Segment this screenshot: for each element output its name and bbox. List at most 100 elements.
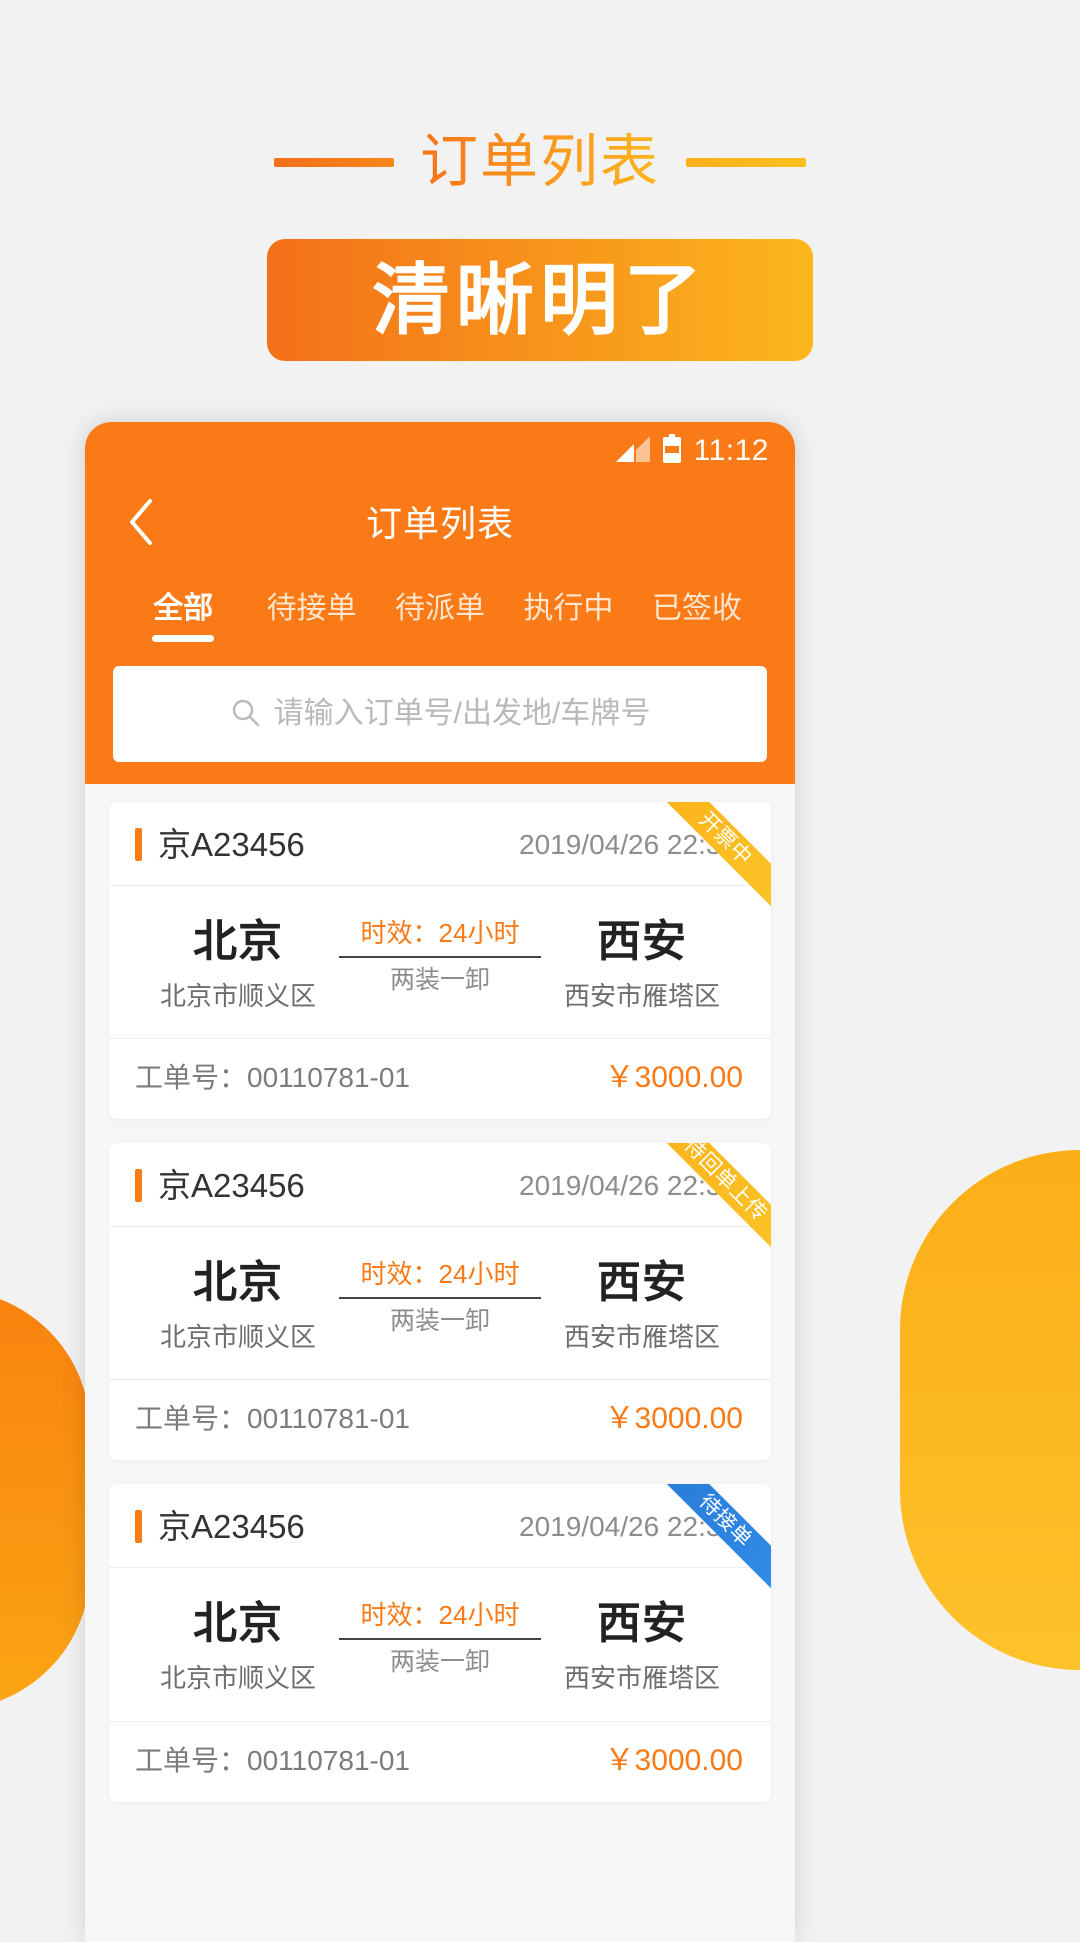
status-bar-time: 11:12: [693, 434, 769, 467]
tab-signed[interactable]: 已签收: [633, 594, 761, 642]
work-order-value: 00110781-01: [247, 1403, 410, 1435]
tab-bar: 全部 待接单 待派单 执行中 已签收: [85, 568, 795, 642]
order-list: 开票中 京A23456 2019/04/26 22:30 北京 北京市顺义区 时…: [85, 784, 795, 1802]
plate-wrap: 京A23456: [135, 828, 305, 861]
destination-city: 西安: [597, 917, 687, 966]
route-destination: 西安 西安市雁塔区: [547, 1596, 737, 1694]
order-route: 北京 北京市顺义区 时效：24小时 两装一卸 西安 西安市雁塔区: [109, 1227, 771, 1379]
promo-badge: 清晰明了: [267, 239, 813, 361]
destination-address: 西安市雁塔区: [563, 1663, 720, 1694]
promo-badge-label: 清晰明了: [371, 256, 708, 344]
route-eta: 时效：24小时: [360, 1600, 520, 1631]
decorative-blob-right: [900, 1150, 1080, 1670]
route-note: 两装一卸: [389, 966, 490, 994]
origin-city: 北京: [193, 917, 283, 966]
origin-address: 北京市顺义区: [159, 1322, 316, 1353]
tab-all[interactable]: 全部: [119, 594, 247, 642]
order-card[interactable]: 待接单 京A23456 2019/04/26 22:30 北京 北京市顺义区 时…: [109, 1484, 771, 1802]
tab-active-underline: [152, 635, 215, 642]
route-note: 两装一卸: [389, 1307, 490, 1336]
signal-bars-icon: [615, 435, 650, 467]
promo-header: 订单列表 清晰明了: [0, 0, 1080, 361]
route-middle: 时效：24小时 两装一卸: [333, 1255, 547, 1334]
promo-rule-right-icon: [686, 157, 806, 167]
order-amount: ￥3000.00: [604, 1402, 743, 1436]
order-card-footer: 工单号：00110781-01 ￥3000.00: [109, 1038, 771, 1119]
app-header: 11:12 订单列表 全部 待接单 待派单 执行中 已签收 请输入订单号/出发地…: [85, 422, 795, 784]
work-order-value: 00110781-01: [247, 1744, 410, 1776]
plate-number: 京A23456: [158, 826, 305, 863]
chevron-left-icon: [126, 497, 156, 552]
destination-city: 西安: [597, 1599, 687, 1649]
back-button[interactable]: [115, 498, 167, 550]
tab-label: 已签收: [651, 592, 742, 625]
route-eta: 时效：24小时: [360, 1259, 520, 1290]
order-card[interactable]: 待回单上传 京A23456 2019/04/26 22:30 北京 北京市顺义区…: [109, 1143, 771, 1461]
destination-address: 西安市雁塔区: [563, 981, 720, 1011]
order-card-footer: 工单号：00110781-01 ￥3000.00: [109, 1720, 771, 1802]
route-origin: 北京 北京市顺义区: [143, 1255, 333, 1353]
order-amount: ￥3000.00: [604, 1743, 743, 1777]
order-card[interactable]: 开票中 京A23456 2019/04/26 22:30 北京 北京市顺义区 时…: [109, 802, 771, 1120]
route-middle: 时效：24小时 两装一卸: [333, 914, 547, 993]
route-destination: 西安 西安市雁塔区: [547, 1255, 737, 1353]
origin-address: 北京市顺义区: [159, 1663, 316, 1694]
work-order-label: 工单号：: [135, 1062, 248, 1094]
promo-title: 订单列表: [419, 129, 660, 194]
plate-accent-bar-icon: [135, 1510, 142, 1544]
origin-address: 北京市顺义区: [159, 981, 316, 1011]
work-order-number: 工单号：00110781-01: [135, 1744, 410, 1776]
search-bar-container: 请输入订单号/出发地/车牌号: [85, 642, 795, 784]
order-amount: ￥3000.00: [604, 1061, 743, 1095]
tab-label: 待派单: [395, 592, 486, 625]
route-eta: 时效：24小时: [360, 918, 520, 948]
order-card-header: 京A23456 2019/04/26 22:30: [109, 1484, 771, 1569]
phone-mockup: 11:12 订单列表 全部 待接单 待派单 执行中 已签收 请输入订单号/出发地…: [85, 422, 795, 1942]
tab-pending-dispatch[interactable]: 待派单: [376, 594, 504, 642]
order-card-header: 京A23456 2019/04/26 22:30: [109, 802, 771, 886]
work-order-number: 工单号：00110781-01: [135, 1064, 410, 1092]
promo-rule-left-icon: [273, 157, 394, 167]
promo-title-row: 订单列表: [0, 133, 1080, 191]
route-line-icon: [339, 1297, 541, 1300]
work-order-number: 工单号：00110781-01: [135, 1405, 410, 1433]
plate-accent-bar-icon: [135, 828, 142, 861]
order-route: 北京 北京市顺义区 时效：24小时 两装一卸 西安 西安市雁塔区: [109, 1568, 771, 1720]
plate-wrap: 京A23456: [135, 1508, 305, 1546]
order-time: 2019/04/26 22:30: [519, 828, 737, 860]
tab-in-progress[interactable]: 执行中: [504, 594, 632, 642]
search-placeholder: 请输入订单号/出发地/车牌号: [273, 697, 651, 730]
search-input[interactable]: 请输入订单号/出发地/车牌号: [113, 666, 767, 762]
origin-city: 北京: [193, 1599, 283, 1649]
status-bar: 11:12: [85, 422, 795, 480]
route-origin: 北京 北京市顺义区: [143, 1596, 333, 1694]
destination-city: 西安: [597, 1258, 687, 1308]
order-route: 北京 北京市顺义区 时效：24小时 两装一卸 西安 西安市雁塔区: [109, 886, 771, 1038]
tab-label: 全部: [153, 592, 214, 625]
destination-address: 西安市雁塔区: [563, 1322, 720, 1353]
order-card-header: 京A23456 2019/04/26 22:30: [109, 1143, 771, 1228]
work-order-label: 工单号：: [135, 1403, 248, 1435]
route-destination: 西安 西安市雁塔区: [547, 914, 737, 1012]
search-icon: [230, 697, 260, 732]
route-origin: 北京 北京市顺义区: [143, 914, 333, 1012]
work-order-label: 工单号：: [135, 1744, 248, 1776]
route-line-icon: [339, 956, 541, 958]
order-time: 2019/04/26 22:30: [519, 1510, 737, 1542]
order-time: 2019/04/26 22:30: [519, 1169, 737, 1201]
plate-number: 京A23456: [158, 1167, 305, 1205]
order-card-footer: 工单号：00110781-01 ￥3000.00: [109, 1379, 771, 1460]
origin-city: 北京: [193, 1258, 283, 1308]
tab-pending-accept[interactable]: 待接单: [247, 594, 375, 642]
nav-bar: 订单列表: [85, 480, 795, 568]
route-line-icon: [339, 1638, 541, 1641]
work-order-value: 00110781-01: [247, 1062, 410, 1094]
battery-icon: [662, 433, 682, 469]
plate-accent-bar-icon: [135, 1169, 142, 1203]
page-title: 订单列表: [365, 503, 514, 544]
route-note: 两装一卸: [389, 1648, 490, 1677]
plate-number: 京A23456: [158, 1508, 305, 1546]
plate-wrap: 京A23456: [135, 1167, 305, 1205]
tab-label: 执行中: [523, 592, 614, 625]
tab-label: 待接单: [266, 592, 357, 625]
